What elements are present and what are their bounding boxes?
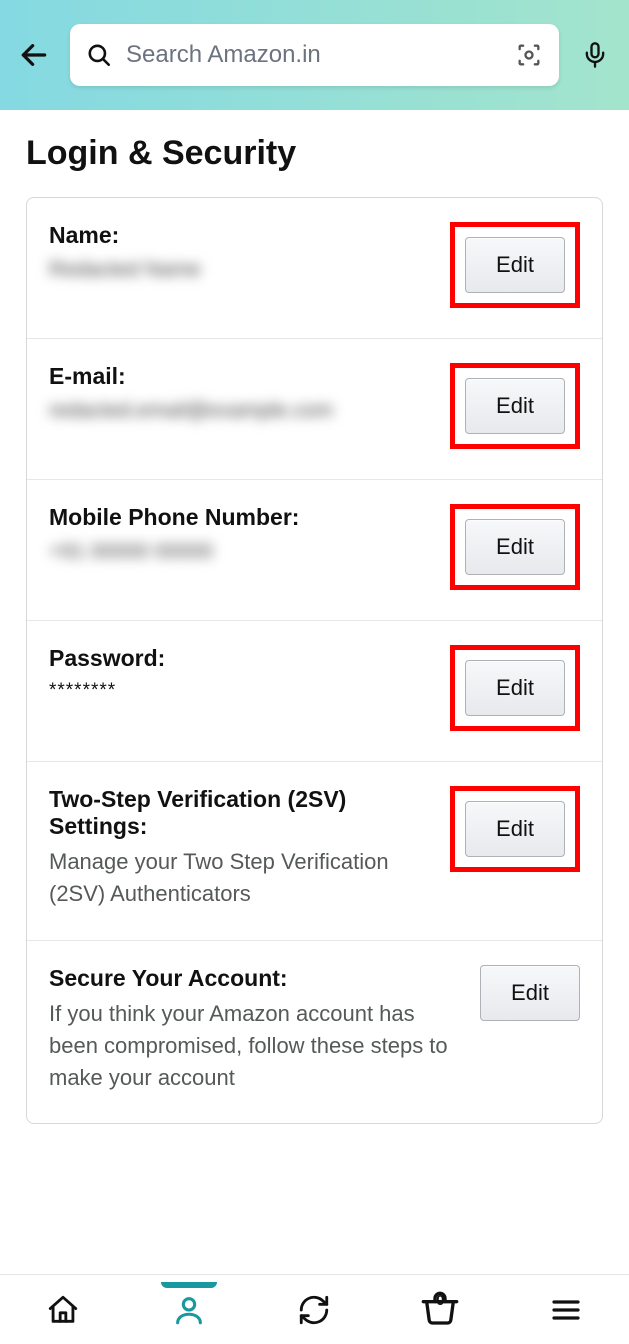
highlight-box: Edit xyxy=(450,786,580,872)
search-bar[interactable] xyxy=(70,24,559,86)
twosv-desc: Manage your Two Step Verification (2SV) … xyxy=(49,846,434,910)
nav-home[interactable] xyxy=(37,1284,89,1336)
voice-search-button[interactable] xyxy=(577,41,613,69)
user-icon xyxy=(172,1293,206,1327)
search-icon xyxy=(86,42,112,68)
row-mobile: Mobile Phone Number: +91 00000 00000 Edi… xyxy=(27,480,602,621)
mobile-label: Mobile Phone Number: xyxy=(49,504,434,531)
row-password: Password: ******** Edit xyxy=(27,621,602,762)
search-input[interactable] xyxy=(126,41,501,69)
bottom-nav: 0 xyxy=(0,1274,629,1344)
edit-twosv-button[interactable]: Edit xyxy=(465,801,565,857)
email-label: E-mail: xyxy=(49,363,434,390)
highlight-box: Edit xyxy=(450,222,580,308)
password-label: Password: xyxy=(49,645,434,672)
settings-card: Name: Redacted Name Edit E-mail: redacte… xyxy=(26,197,603,1124)
microphone-icon xyxy=(581,41,609,69)
edit-name-button[interactable]: Edit xyxy=(465,237,565,293)
row-email: E-mail: redacted.email@example.com Edit xyxy=(27,339,602,480)
camera-scan-icon[interactable] xyxy=(515,41,543,69)
page-title: Login & Security xyxy=(26,134,603,173)
arrow-left-icon xyxy=(18,39,50,71)
row-twosv: Two-Step Verification (2SV) Settings: Ma… xyxy=(27,762,602,941)
row-secure: Secure Your Account: If you think your A… xyxy=(27,941,602,1124)
row-name: Name: Redacted Name Edit xyxy=(27,198,602,339)
nav-account[interactable] xyxy=(163,1284,215,1336)
secure-desc: If you think your Amazon account has bee… xyxy=(49,998,464,1094)
nav-menu[interactable] xyxy=(540,1284,592,1336)
name-label: Name: xyxy=(49,222,434,249)
mobile-value: +91 00000 00000 xyxy=(49,537,434,566)
highlight-box: Edit xyxy=(450,363,580,449)
nav-buy-again[interactable] xyxy=(288,1284,340,1336)
back-button[interactable] xyxy=(16,37,52,73)
name-value: Redacted Name xyxy=(49,255,434,284)
cart-count: 0 xyxy=(436,1292,444,1309)
secure-label: Secure Your Account: xyxy=(49,965,464,992)
twosv-label: Two-Step Verification (2SV) Settings: xyxy=(49,786,434,840)
highlight-box: Edit xyxy=(450,645,580,731)
edit-secure-button[interactable]: Edit xyxy=(480,965,580,1021)
active-indicator xyxy=(161,1282,217,1288)
edit-password-button[interactable]: Edit xyxy=(465,660,565,716)
nav-cart[interactable]: 0 xyxy=(414,1284,466,1336)
app-header xyxy=(0,0,629,110)
hamburger-icon xyxy=(550,1294,582,1326)
edit-mobile-button[interactable]: Edit xyxy=(465,519,565,575)
highlight-box: Edit xyxy=(450,504,580,590)
edit-email-button[interactable]: Edit xyxy=(465,378,565,434)
password-value: ******** xyxy=(49,678,434,705)
page-content: Login & Security Name: Redacted Name Edi… xyxy=(0,110,629,1124)
home-icon xyxy=(46,1293,80,1327)
refresh-icon xyxy=(297,1293,331,1327)
email-value: redacted.email@example.com xyxy=(49,396,434,425)
